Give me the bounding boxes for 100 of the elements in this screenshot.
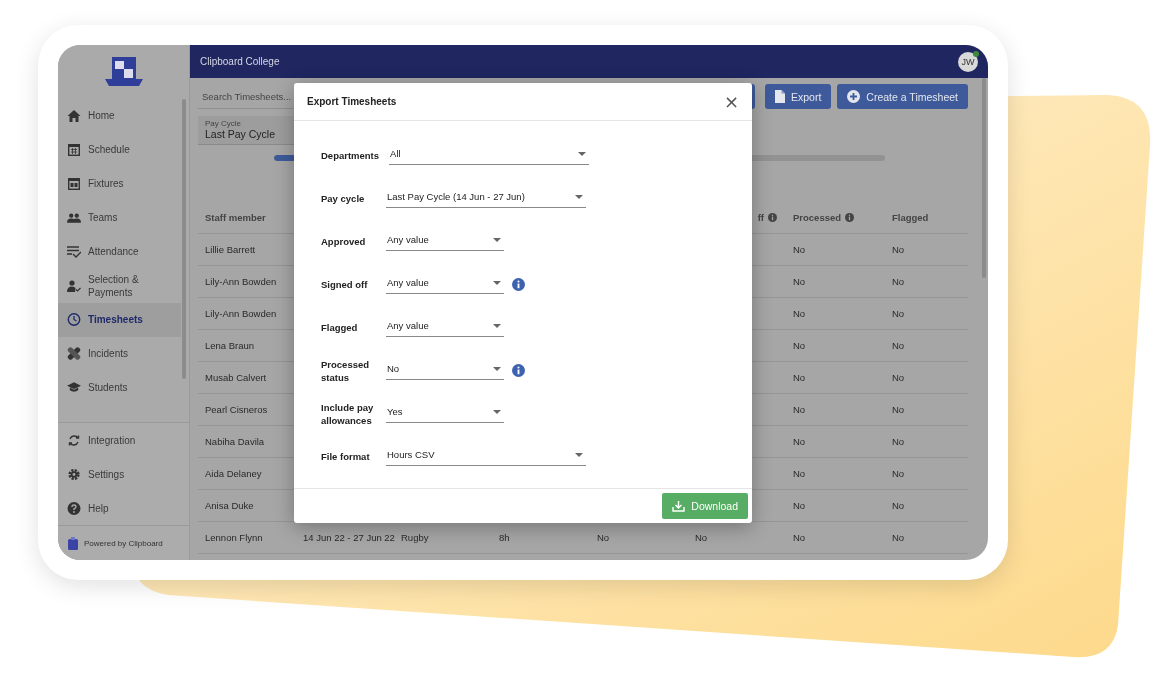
table-cell-text: No	[793, 500, 807, 511]
table-cell-text: No	[892, 500, 906, 511]
table-cell-text: Anisa Duke	[205, 500, 255, 511]
table-cell-text: No	[892, 372, 906, 383]
checklist-icon	[67, 245, 81, 258]
table-cell-text: No	[597, 532, 611, 543]
field-label: Include pay allowances	[321, 400, 375, 427]
column-header: Processed	[793, 211, 892, 223]
toolbar-button[interactable]: Export	[765, 84, 832, 109]
bandage-icon	[67, 347, 81, 361]
calendar-icon	[67, 177, 81, 191]
column-header: Staff member	[205, 211, 267, 223]
table-cell-text: Aida Delaney	[205, 468, 263, 479]
select-field[interactable]: All	[389, 143, 590, 165]
table-cell-text: 8h	[499, 532, 511, 543]
sidebar-item[interactable]: Attendance	[58, 234, 181, 269]
table-cell-text: No	[793, 532, 807, 543]
field-label: Departments	[321, 149, 380, 162]
field-label: Processed status	[321, 357, 371, 384]
person-check-icon	[67, 279, 81, 292]
sidebar-item[interactable]: Integration	[58, 423, 189, 457]
graduation-cap-icon	[67, 382, 81, 394]
close-button[interactable]: ×	[720, 92, 742, 111]
powered-by-text: Powered by Clipboard	[84, 538, 163, 548]
sidebar-item[interactable]: Teams	[58, 200, 181, 235]
field-label: Flagged	[321, 321, 359, 334]
field-label: Signed off	[321, 278, 369, 291]
home-icon	[67, 109, 81, 122]
caret-icon	[493, 366, 501, 371]
toolbar-button[interactable]: Create a Timesheet	[837, 84, 968, 109]
info-icon[interactable]	[512, 364, 525, 377]
select-field[interactable]: Any value	[386, 229, 504, 251]
info-icon	[845, 212, 855, 222]
avatar[interactable]: JW	[958, 51, 978, 72]
info-icon[interactable]	[512, 278, 525, 291]
sidebar-item[interactable]: Selection & Payments	[58, 268, 181, 303]
table-cell-text: No	[793, 244, 807, 255]
caret-icon	[493, 323, 501, 328]
download-icon	[672, 500, 686, 512]
search-field[interactable]: Search Timesheets...	[198, 84, 302, 109]
table-cell-text: No	[793, 436, 807, 447]
plus-circle-icon	[847, 90, 861, 103]
table-cell-text: No	[892, 276, 906, 287]
select-field[interactable]: Hours CSV	[386, 444, 586, 466]
select-field[interactable]: Any value	[386, 315, 504, 337]
sidebar-item[interactable]: Timesheets	[58, 302, 181, 337]
table-cell-text: No	[793, 468, 807, 479]
app-title: Clipboard College	[200, 56, 280, 67]
table-cell-text: Lily-Ann Bowden	[205, 308, 278, 319]
table-cell-text: No	[892, 468, 906, 479]
people-icon	[67, 212, 81, 223]
field-label: File format	[321, 450, 371, 463]
table-cell-text: Lillie Barrett	[205, 244, 257, 255]
table-cell-text: 14 Jun 22 - 27 Jun 22	[303, 532, 396, 543]
clipboard-logo-icon	[68, 536, 78, 550]
dialog-title: Export Timesheets	[307, 96, 397, 107]
table-cell-text: No	[892, 436, 906, 447]
select-field[interactable]: No	[386, 358, 504, 380]
select-field[interactable]: Any value	[386, 272, 504, 294]
sync-icon	[67, 433, 81, 447]
select-field[interactable]: Yes	[386, 401, 504, 423]
caret-icon	[493, 237, 501, 242]
table-cell-text: No	[793, 372, 807, 383]
table-cell-text: Musab Calvert	[205, 372, 268, 383]
help-icon	[67, 501, 81, 515]
table-cell-text: No	[793, 404, 807, 415]
sidebar-item[interactable]: Schedule	[58, 132, 181, 167]
table-cell-text: No	[793, 340, 807, 351]
caret-icon	[575, 452, 583, 457]
sidebar-item[interactable]: Settings	[58, 457, 189, 491]
select-field[interactable]: Last Pay Cycle (14 Jun - 27 Jun)	[386, 186, 586, 208]
sidebar-item[interactable]: Incidents	[58, 336, 181, 371]
document-icon	[775, 90, 785, 103]
table-cell-text: No	[892, 340, 906, 351]
table-cell-text: No	[892, 308, 906, 319]
caret-icon	[493, 280, 501, 285]
clock-icon	[67, 313, 81, 327]
table-cell-text: No	[793, 276, 807, 287]
table-cell-text: No	[892, 404, 906, 415]
table-cell-text: No	[892, 532, 906, 543]
column-header: Flagged	[892, 211, 930, 223]
table-cell-text: Lily-Ann Bowden	[205, 276, 278, 287]
table-cell-text: No	[793, 308, 807, 319]
table-cell-text: No	[695, 532, 709, 543]
info-icon	[768, 212, 777, 222]
table-cell-text: No	[892, 244, 906, 255]
caret-icon	[575, 194, 583, 199]
table-cell-text: Lennon Flynn	[205, 532, 264, 543]
field-label: Approved	[321, 235, 367, 248]
table-cell-text: Rugby	[401, 532, 430, 543]
field-label: Pay cycle	[321, 192, 366, 205]
table-cell-text: Lena Braun	[205, 340, 256, 351]
settings-icon	[67, 467, 81, 481]
calendar-icon	[67, 143, 81, 157]
sidebar-item[interactable]: Students	[58, 370, 181, 405]
table-cell-text: Pearl Cisneros	[205, 404, 269, 415]
sidebar-item[interactable]: Home	[58, 98, 181, 133]
sidebar-item[interactable]: Help	[58, 491, 189, 525]
sidebar-item[interactable]: Fixtures	[58, 166, 181, 201]
caret-icon	[493, 409, 501, 414]
